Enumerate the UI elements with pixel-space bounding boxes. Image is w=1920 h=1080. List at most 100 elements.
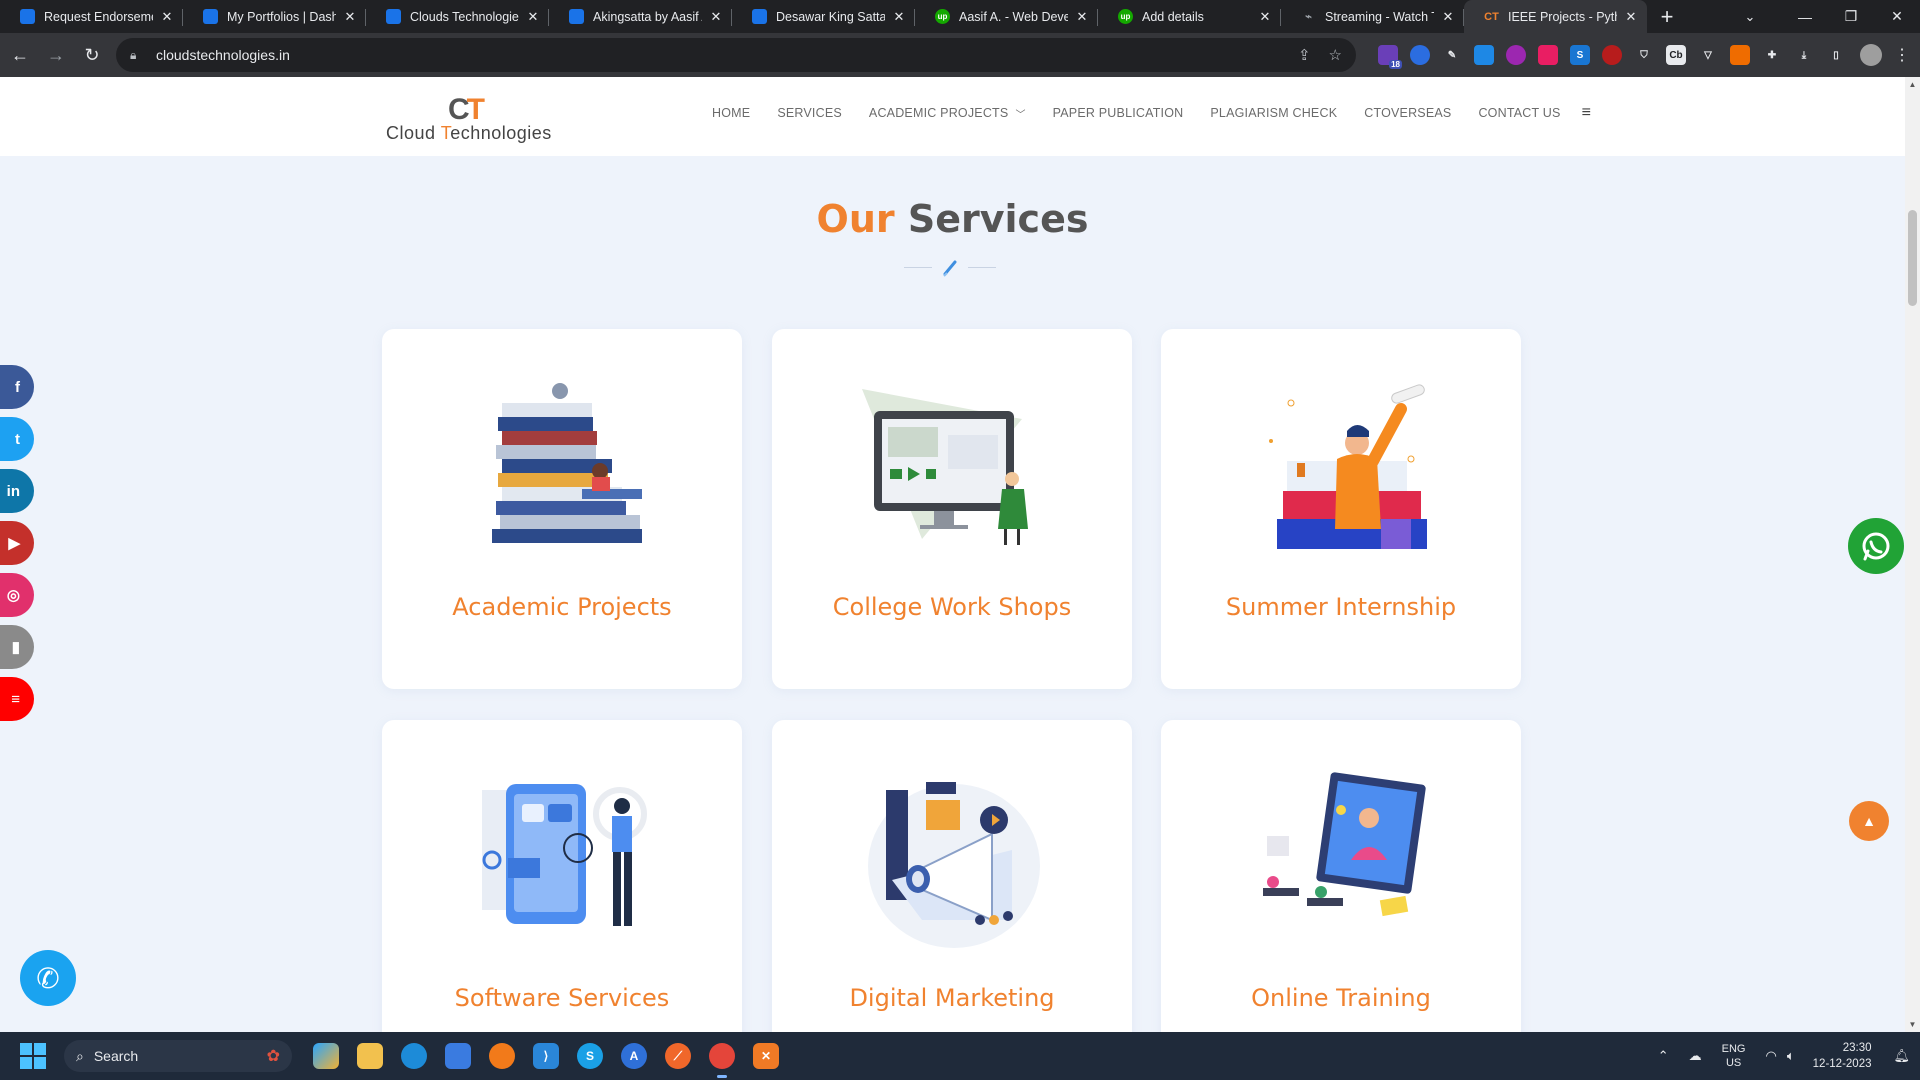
site-logo[interactable]: CT Cloud Technologies: [386, 91, 566, 143]
tab-search-icon[interactable]: ⌄: [1730, 0, 1770, 33]
sidebar-icon[interactable]: ▯: [1826, 45, 1846, 65]
service-card-summer-internship[interactable]: Summer Internship: [1161, 329, 1521, 689]
call-button[interactable]: ✆: [20, 950, 76, 1006]
extension-icon[interactable]: ▽: [1698, 45, 1718, 65]
profile-avatar[interactable]: [1860, 44, 1882, 66]
tab-title: Clouds Technologies |: [410, 9, 519, 24]
extension-icon[interactable]: [1410, 45, 1430, 65]
extension-icon[interactable]: 18: [1378, 45, 1402, 69]
service-card-college-work-shops[interactable]: College Work Shops: [772, 329, 1132, 689]
scroll-down-arrow[interactable]: ▼: [1905, 1020, 1920, 1029]
browser-tab[interactable]: Akingsatta by Aasif Al ✕: [549, 0, 732, 33]
edge-browser-icon[interactable]: [401, 1043, 427, 1069]
browser-tab[interactable]: ⌁ Streaming - Watch TV ✕: [1281, 0, 1464, 33]
extension-icon[interactable]: Cb: [1666, 45, 1686, 65]
scroll-to-top-button[interactable]: ▲: [1849, 801, 1889, 841]
clock-date: 12-12-2023: [1812, 1058, 1872, 1070]
nav-plagiarism-check[interactable]: PLAGIARISM CHECK: [1210, 106, 1337, 120]
extension-icon[interactable]: [1474, 45, 1494, 65]
windows-start-icon[interactable]: [20, 1043, 46, 1069]
extension-icon[interactable]: S: [1570, 45, 1590, 65]
download-icon[interactable]: ⤓: [1794, 45, 1814, 65]
linkedin-icon[interactable]: in: [0, 469, 34, 513]
nav-services[interactable]: SERVICES: [777, 106, 842, 120]
facebook-icon[interactable]: f: [0, 365, 34, 409]
close-window-icon[interactable]: ✕: [1874, 0, 1920, 33]
instagram-icon[interactable]: ◎: [0, 573, 34, 617]
document-icon[interactable]: ▮: [0, 625, 34, 669]
browser-tab[interactable]: Clouds Technologies | ✕: [366, 0, 549, 33]
youtube-icon[interactable]: ▶: [0, 521, 34, 565]
notifications-bell-icon[interactable]: 🔔︎: [1893, 1048, 1910, 1064]
nav-academic-projects[interactable]: ACADEMIC PROJECTS ﹀: [869, 106, 1026, 121]
eyedropper-icon[interactable]: ✎: [1442, 45, 1462, 65]
tab-close-icon[interactable]: ✕: [1074, 9, 1090, 25]
whatsapp-icon: [1862, 532, 1890, 561]
hamburger-menu-icon[interactable]: ≡: [1582, 104, 1591, 122]
app-icon[interactable]: A: [621, 1043, 647, 1069]
service-card-online-training[interactable]: Online Training: [1161, 720, 1521, 1032]
forward-icon[interactable]: →: [40, 39, 72, 71]
tab-close-icon[interactable]: ✕: [342, 9, 358, 25]
vscode-icon[interactable]: ⟩: [533, 1043, 559, 1069]
browser-tab[interactable]: up Add details ✕: [1098, 0, 1281, 33]
taskbar-search[interactable]: ⌕ Search ✿: [64, 1040, 292, 1072]
extension-icon[interactable]: [1730, 45, 1750, 65]
tab-close-icon[interactable]: ✕: [891, 9, 907, 25]
other-icon[interactable]: ≡: [0, 677, 34, 721]
menu-kebab-icon[interactable]: ⋮: [1894, 45, 1910, 65]
browser-tab[interactable]: Request Endorsement ✕: [0, 0, 183, 33]
browser-tab[interactable]: Desawar King Satta b ✕: [732, 0, 915, 33]
file-explorer-icon[interactable]: [357, 1043, 383, 1069]
browser-tab[interactable]: up Aasif A. - Web Develo ✕: [915, 0, 1098, 33]
puzzle-icon[interactable]: ✚: [1762, 45, 1782, 65]
chevron-up-icon[interactable]: ⌃: [1658, 1048, 1669, 1064]
page-scrollbar[interactable]: ▲ ▼: [1905, 77, 1920, 1032]
whatsapp-button[interactable]: [1848, 518, 1904, 574]
browser-tab[interactable]: CT IEEE Projects - Python ✕: [1464, 0, 1647, 33]
service-card-academic-projects[interactable]: Academic Projects: [382, 329, 742, 689]
bookmark-star-icon[interactable]: ☆: [1329, 46, 1342, 64]
service-card-digital-marketing[interactable]: Digital Marketing: [772, 720, 1132, 1032]
back-icon[interactable]: ←: [4, 39, 36, 71]
language-indicator[interactable]: ENG US: [1722, 1042, 1746, 1070]
chrome-icon[interactable]: [709, 1043, 735, 1078]
scrollbar-thumb[interactable]: [1908, 210, 1917, 306]
tab-close-icon[interactable]: ✕: [525, 9, 541, 25]
reload-icon[interactable]: ↻: [76, 39, 108, 71]
nav-contact-us[interactable]: CONTACT US: [1478, 106, 1560, 120]
tab-close-icon[interactable]: ✕: [159, 9, 175, 25]
browser-tab[interactable]: My Portfolios | Dashb ✕: [183, 0, 366, 33]
minimize-icon[interactable]: —: [1782, 0, 1828, 33]
address-bar[interactable]: 🔒︎ cloudstechnologies.in ⇪ ☆: [116, 38, 1356, 72]
xampp-icon[interactable]: ✕: [753, 1043, 779, 1069]
extension-icon[interactable]: [1538, 45, 1558, 65]
tab-close-icon[interactable]: ✕: [1257, 9, 1273, 25]
shield-icon[interactable]: ⛉: [1634, 45, 1654, 65]
scroll-up-arrow[interactable]: ▲: [1905, 80, 1920, 89]
volume-icon[interactable]: 🔈︎: [1787, 1048, 1795, 1064]
nav-paper-publication[interactable]: PAPER PUBLICATION: [1053, 106, 1184, 120]
wifi-icon[interactable]: ◠: [1766, 1048, 1777, 1064]
skype-icon[interactable]: S: [577, 1043, 603, 1069]
service-label: Software Services: [454, 984, 670, 1012]
restore-icon[interactable]: ❐: [1828, 0, 1874, 33]
app-icon[interactable]: ⟋: [665, 1043, 691, 1069]
tab-close-icon[interactable]: ✕: [1623, 9, 1639, 25]
nav-home[interactable]: HOME: [712, 106, 750, 120]
store-icon[interactable]: [445, 1043, 471, 1069]
firefox-icon[interactable]: [489, 1043, 515, 1069]
copilot-icon[interactable]: [313, 1043, 339, 1069]
share-icon[interactable]: ⇪: [1298, 46, 1311, 64]
tab-close-icon[interactable]: ✕: [708, 9, 724, 25]
url-text[interactable]: cloudstechnologies.in: [156, 47, 1280, 63]
onedrive-icon[interactable]: ☁: [1689, 1048, 1702, 1064]
extension-icon[interactable]: [1602, 45, 1622, 65]
clock[interactable]: 23:30 12-12-2023: [1813, 1040, 1872, 1072]
twitter-icon[interactable]: t: [0, 417, 34, 461]
service-card-software-services[interactable]: Software Services: [382, 720, 742, 1032]
extension-icon[interactable]: [1506, 45, 1526, 65]
tab-close-icon[interactable]: ✕: [1440, 9, 1456, 25]
nav-ctoverseas[interactable]: CTOVERSEAS: [1364, 106, 1451, 120]
new-tab-button[interactable]: +: [1647, 0, 1687, 33]
